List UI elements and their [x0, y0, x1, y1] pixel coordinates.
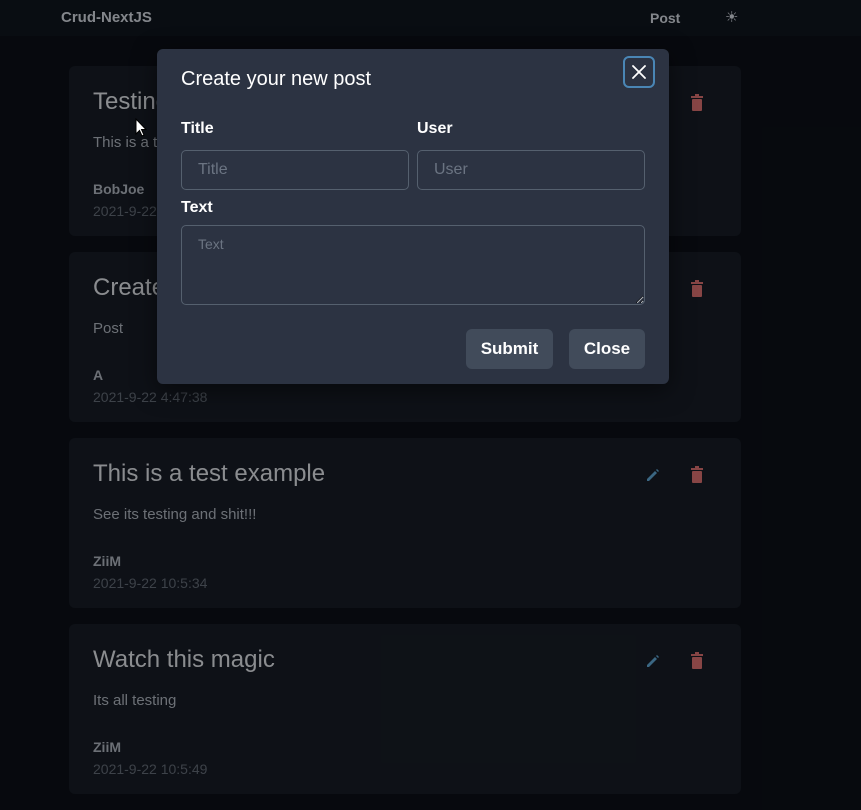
user-input[interactable]	[417, 150, 645, 190]
text-textarea[interactable]	[181, 225, 645, 305]
modal-title: Create your new post	[181, 68, 372, 90]
user-label: User	[417, 120, 453, 137]
title-label: Title	[181, 120, 214, 137]
title-input[interactable]	[181, 150, 409, 190]
text-label: Text	[181, 199, 213, 216]
mouse-cursor-icon	[135, 118, 148, 137]
submit-button[interactable]: Submit	[466, 329, 553, 369]
create-post-modal: Create your new post Title User Text Sub…	[157, 49, 669, 384]
close-icon	[632, 65, 646, 79]
close-button[interactable]: Close	[569, 329, 645, 369]
modal-close-button[interactable]	[623, 56, 655, 88]
